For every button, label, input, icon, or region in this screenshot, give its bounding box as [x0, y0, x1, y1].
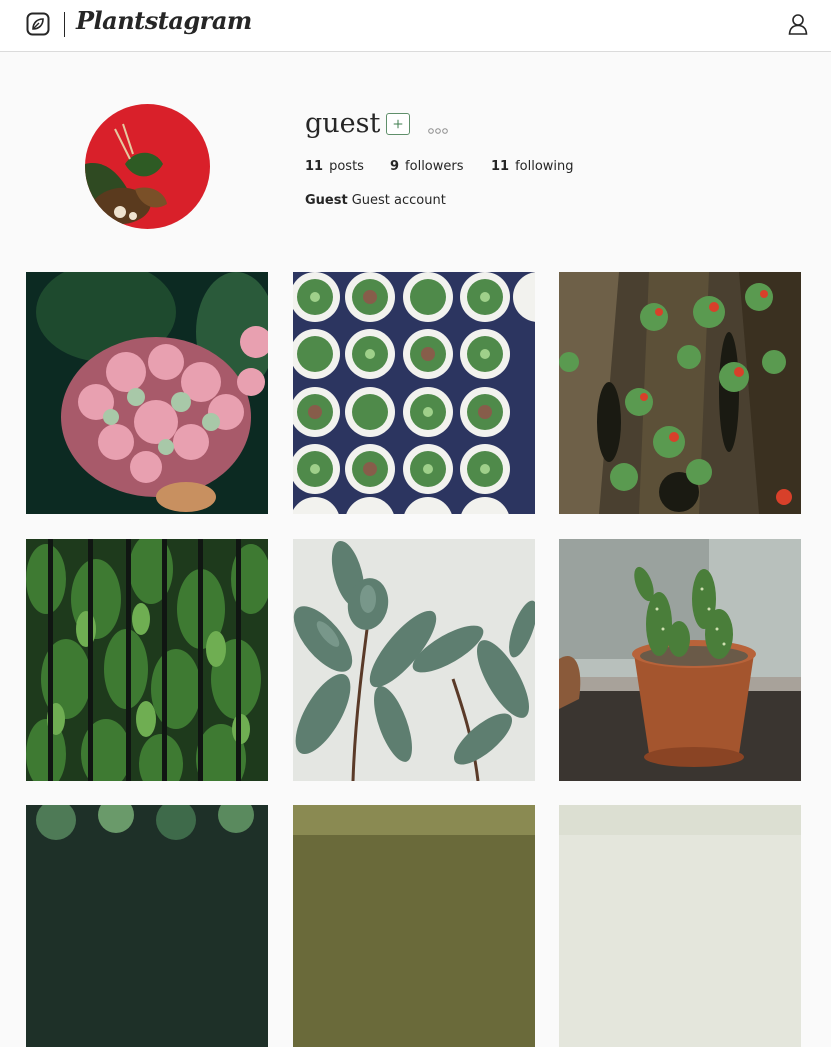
user-icon[interactable]: [786, 12, 810, 36]
post-tile-succulent-pots[interactable]: [293, 272, 535, 514]
post-tile-blurred-plant[interactable]: [293, 805, 535, 1047]
following-count: 11: [491, 159, 510, 174]
post-tile-rubber-plant[interactable]: [293, 539, 535, 781]
post-tile-succulents[interactable]: [26, 805, 268, 1047]
top-navigation-bar: Plantstagram: [0, 0, 831, 52]
avatar: [85, 104, 210, 229]
bio-name: Guest: [305, 193, 348, 208]
profile-username: guest: [305, 108, 381, 139]
posts-count: 11: [305, 159, 324, 174]
post-tile-bromeliads[interactable]: [559, 272, 801, 514]
followers-count: 9: [390, 159, 400, 174]
followers-label: followers: [405, 159, 464, 174]
posts-stat: 11 posts: [305, 159, 364, 174]
post-tile-cypress-hedge[interactable]: [26, 539, 268, 781]
post-tile-cactus-pot[interactable]: [559, 539, 801, 781]
post-tile-hydrangea[interactable]: [26, 272, 268, 514]
more-options-icon[interactable]: [428, 120, 448, 134]
brand-wordmark[interactable]: Plantstagram: [76, 6, 252, 35]
profile-bio: Guest Guest account: [305, 193, 446, 208]
bio-text: Guest account: [351, 193, 446, 208]
post-tile-light-plant[interactable]: [559, 805, 801, 1047]
follow-button[interactable]: [386, 113, 410, 135]
following-stat[interactable]: 11 following: [491, 159, 574, 174]
logo-divider: [64, 12, 65, 37]
followers-stat[interactable]: 9 followers: [390, 159, 464, 174]
leaf-icon[interactable]: [26, 12, 50, 36]
following-label: following: [515, 159, 574, 174]
posts-label: posts: [329, 159, 364, 174]
plus-icon: [393, 119, 403, 129]
